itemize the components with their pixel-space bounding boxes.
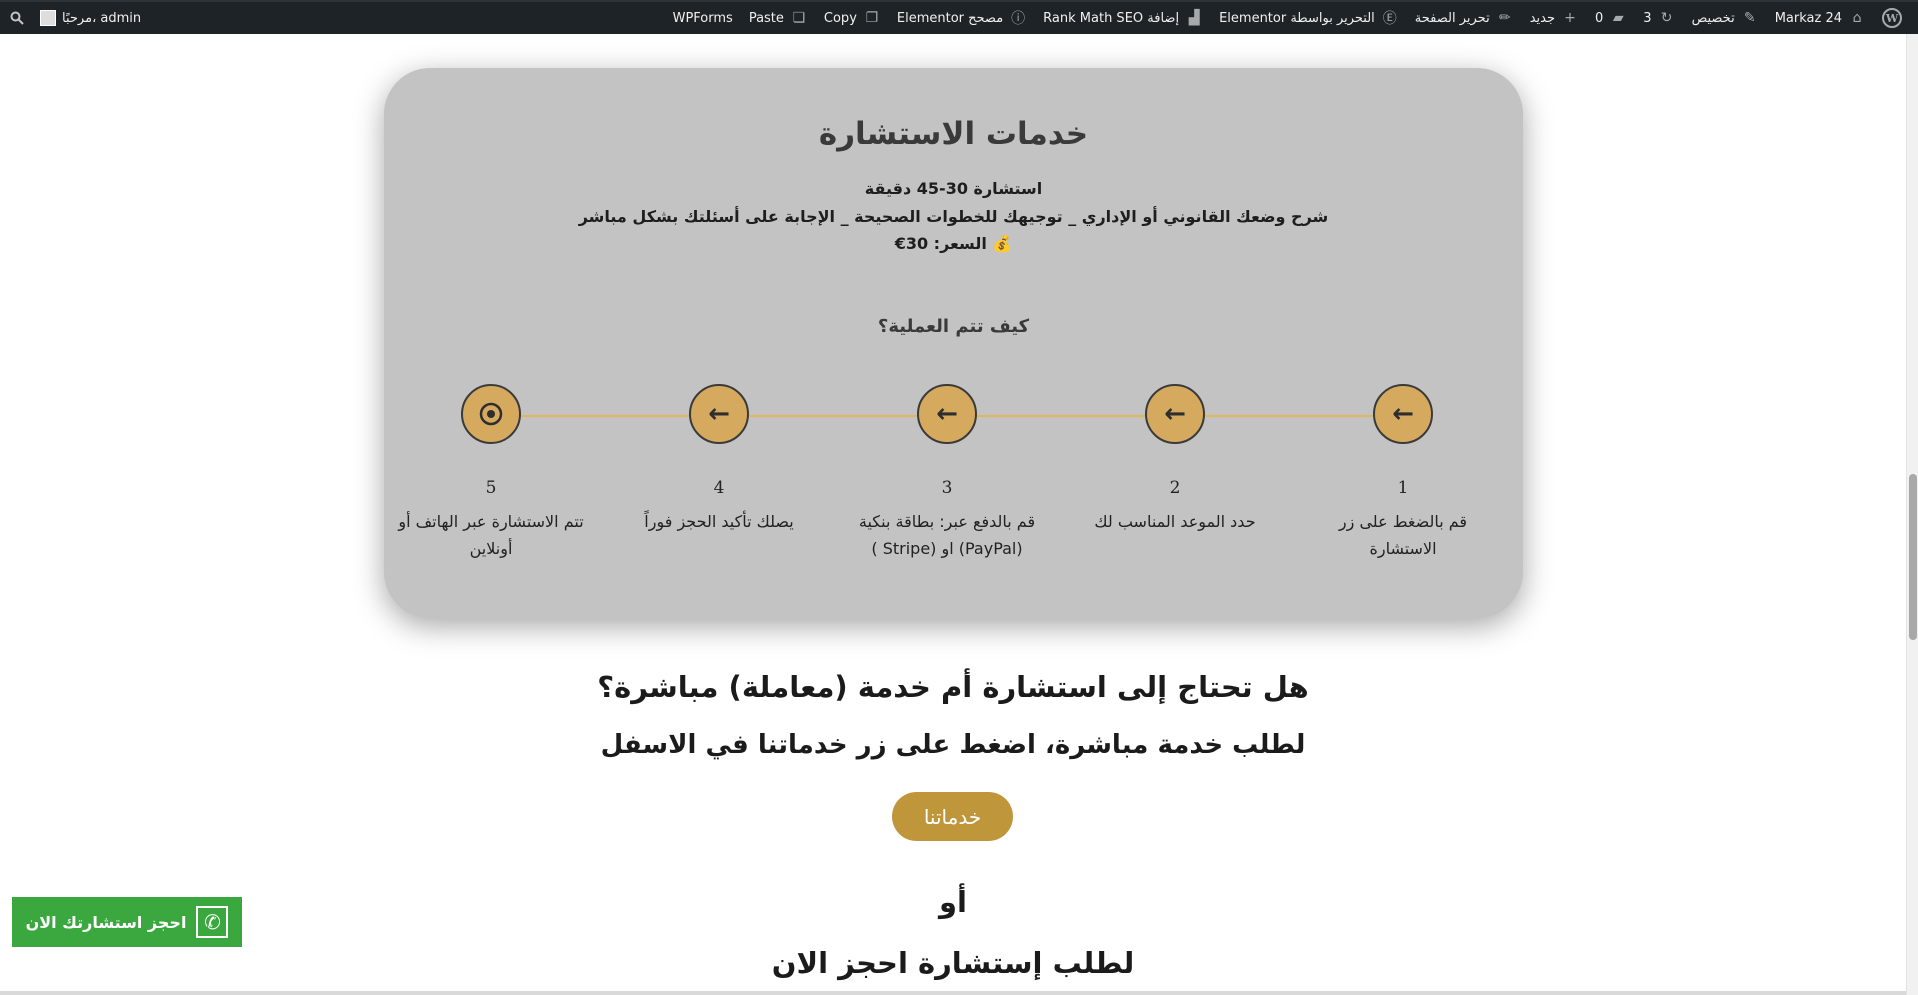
book-button-label: احجز استشارتك الان (25, 912, 187, 932)
elementor-icon: Ⓔ (1382, 11, 1397, 27)
search-icon[interactable] (8, 9, 26, 27)
updates-menu[interactable]: ↻ 3 (1635, 2, 1683, 34)
elementor-debugger-label: مصحح Elementor (896, 10, 1004, 26)
rankmath-menu[interactable]: ▟ إضافة Rank Math SEO (1035, 2, 1211, 34)
arrow-left-icon: ← (917, 384, 977, 444)
copy-menu[interactable]: ❐ Copy (816, 2, 889, 34)
description-text: شرح وضعك القانوني أو الإداري _ توجيهك لل… (578, 207, 1329, 226)
info-icon: ⓘ (1011, 11, 1026, 27)
new-label: جديد (1529, 10, 1555, 26)
step-5: 5 تتم الاستشارة عبر الهاتف أو أونلاين (391, 384, 591, 562)
step-4: ← 4 يصلك تأكيد الحجز فوراً (619, 384, 819, 535)
wp-admin-bar: مرحبًا، admin W ⌂ Markaz 24 ✎ تخصيص ↻ 3 ▰ 0 … (0, 0, 1918, 34)
greeting-text: مرحبًا، admin (62, 10, 142, 26)
copy-icon: ❐ (865, 10, 879, 26)
elementor-edit-menu[interactable]: Ⓔ التحرير بواسطة Elementor (1211, 2, 1407, 34)
price-text: 💰 السعر: 30€ (894, 234, 1013, 253)
step-number: 3 (941, 478, 953, 498)
rankmath-label: إضافة Rank Math SEO (1043, 10, 1180, 26)
avatar (40, 10, 56, 26)
admin-bar-left: مرحبًا، admin (8, 2, 141, 34)
arrow-left-icon: ← (689, 384, 749, 444)
step-text: قم بالدفع عبر: بطاقة بنكية (PayPal) او (… (858, 512, 1036, 558)
customize-menu[interactable]: ✎ تخصيص (1684, 2, 1767, 34)
step-1: ← 1 قم بالضغط على زر الاستشارة (1303, 384, 1503, 562)
customize-label: تخصيص (1691, 10, 1735, 26)
book-consultation-heading: لطلب إستشارة احجز الان (771, 946, 1135, 980)
comments-count: 0 (1595, 10, 1604, 26)
comments-menu[interactable]: ▰ 0 (1587, 2, 1635, 34)
step-2: ← 2 حدد الموعد المناسب لك (1075, 384, 1275, 535)
rankmath-icon: ▟ (1188, 10, 1200, 26)
wordpress-icon: W (1882, 8, 1902, 28)
home-icon: ⌂ (1852, 10, 1862, 26)
step-text: يصلك تأكيد الحجز فوراً (644, 512, 794, 531)
step-text: تتم الاستشارة عبر الهاتف أو أونلاين (398, 512, 584, 558)
elementor-debugger-menu[interactable]: ⓘ مصحح Elementor (889, 2, 1035, 34)
step-text: قم بالضغط على زر الاستشارة (1338, 512, 1468, 558)
my-account[interactable]: مرحبًا، admin (40, 2, 141, 34)
admin-bar-right: W ⌂ Markaz 24 ✎ تخصيص ↻ 3 ▰ 0 + جديد ✏ تحرير ا… (665, 2, 1910, 34)
new-content-menu[interactable]: + جديد (1522, 2, 1587, 34)
question-heading: هل تحتاج إلى استشارة أم خدمة (معاملة) مب… (597, 670, 1309, 704)
step-3: ← 3 قم بالدفع عبر: بطاقة بنكية (PayPal) … (847, 384, 1047, 562)
arrow-left-icon: ← (1145, 384, 1205, 444)
step-number: 2 (1169, 478, 1181, 498)
pencil-icon: ✏ (1498, 10, 1511, 26)
consultation-card: خدمات الاستشارة استشارة 30-45 دقيقة شرح … (384, 68, 1523, 618)
duration-text: استشارة 30-45 دقيقة (864, 179, 1043, 198)
comments-icon: ▰ (1612, 10, 1624, 26)
page-bottom-edge (0, 991, 1906, 995)
wp-logo-menu[interactable]: W (1874, 2, 1910, 34)
target-icon (461, 384, 521, 444)
card-title: خدمات الاستشارة (818, 116, 1089, 152)
book-consultation-button[interactable]: ✆ احجز استشارتك الان (12, 897, 242, 947)
direct-service-heading: لطلب خدمة مباشرة، اضغط على زر خدماتنا في… (600, 730, 1306, 760)
wpforms-menu[interactable]: WPForms (665, 2, 741, 34)
edit-page-label: تحرير الصفحة (1414, 10, 1490, 26)
paste-icon: ❏ (792, 10, 806, 26)
scrollbar-thumb[interactable] (1909, 474, 1917, 640)
site-name-menu[interactable]: ⌂ Markaz 24 (1767, 2, 1874, 34)
services-button[interactable]: خدماتنا (892, 792, 1013, 841)
vertical-scrollbar[interactable] (1906, 34, 1918, 995)
elementor-edit-label: التحرير بواسطة Elementor (1219, 10, 1375, 26)
paste-menu[interactable]: ❏ Paste (741, 2, 816, 34)
step-number: 5 (485, 478, 497, 498)
site-name-label: Markaz 24 (1774, 10, 1842, 26)
how-it-works-title: كيف تتم العملية؟ (877, 316, 1030, 337)
step-number: 4 (713, 478, 725, 498)
arrow-left-icon: ← (1373, 384, 1433, 444)
brush-icon: ✎ (1743, 10, 1756, 26)
phone-icon: ✆ (196, 906, 229, 938)
plus-icon: + (1564, 10, 1576, 26)
step-number: 1 (1397, 478, 1409, 498)
updates-count: 3 (1643, 10, 1652, 26)
step-text: حدد الموعد المناسب لك (1094, 512, 1256, 531)
wpforms-label: WPForms (672, 10, 733, 26)
updates-icon: ↻ (1660, 10, 1673, 26)
or-heading: أو (939, 885, 967, 919)
paste-label: Paste (748, 10, 784, 26)
copy-label: Copy (823, 10, 857, 26)
edit-page-menu[interactable]: ✏ تحرير الصفحة (1407, 2, 1522, 34)
